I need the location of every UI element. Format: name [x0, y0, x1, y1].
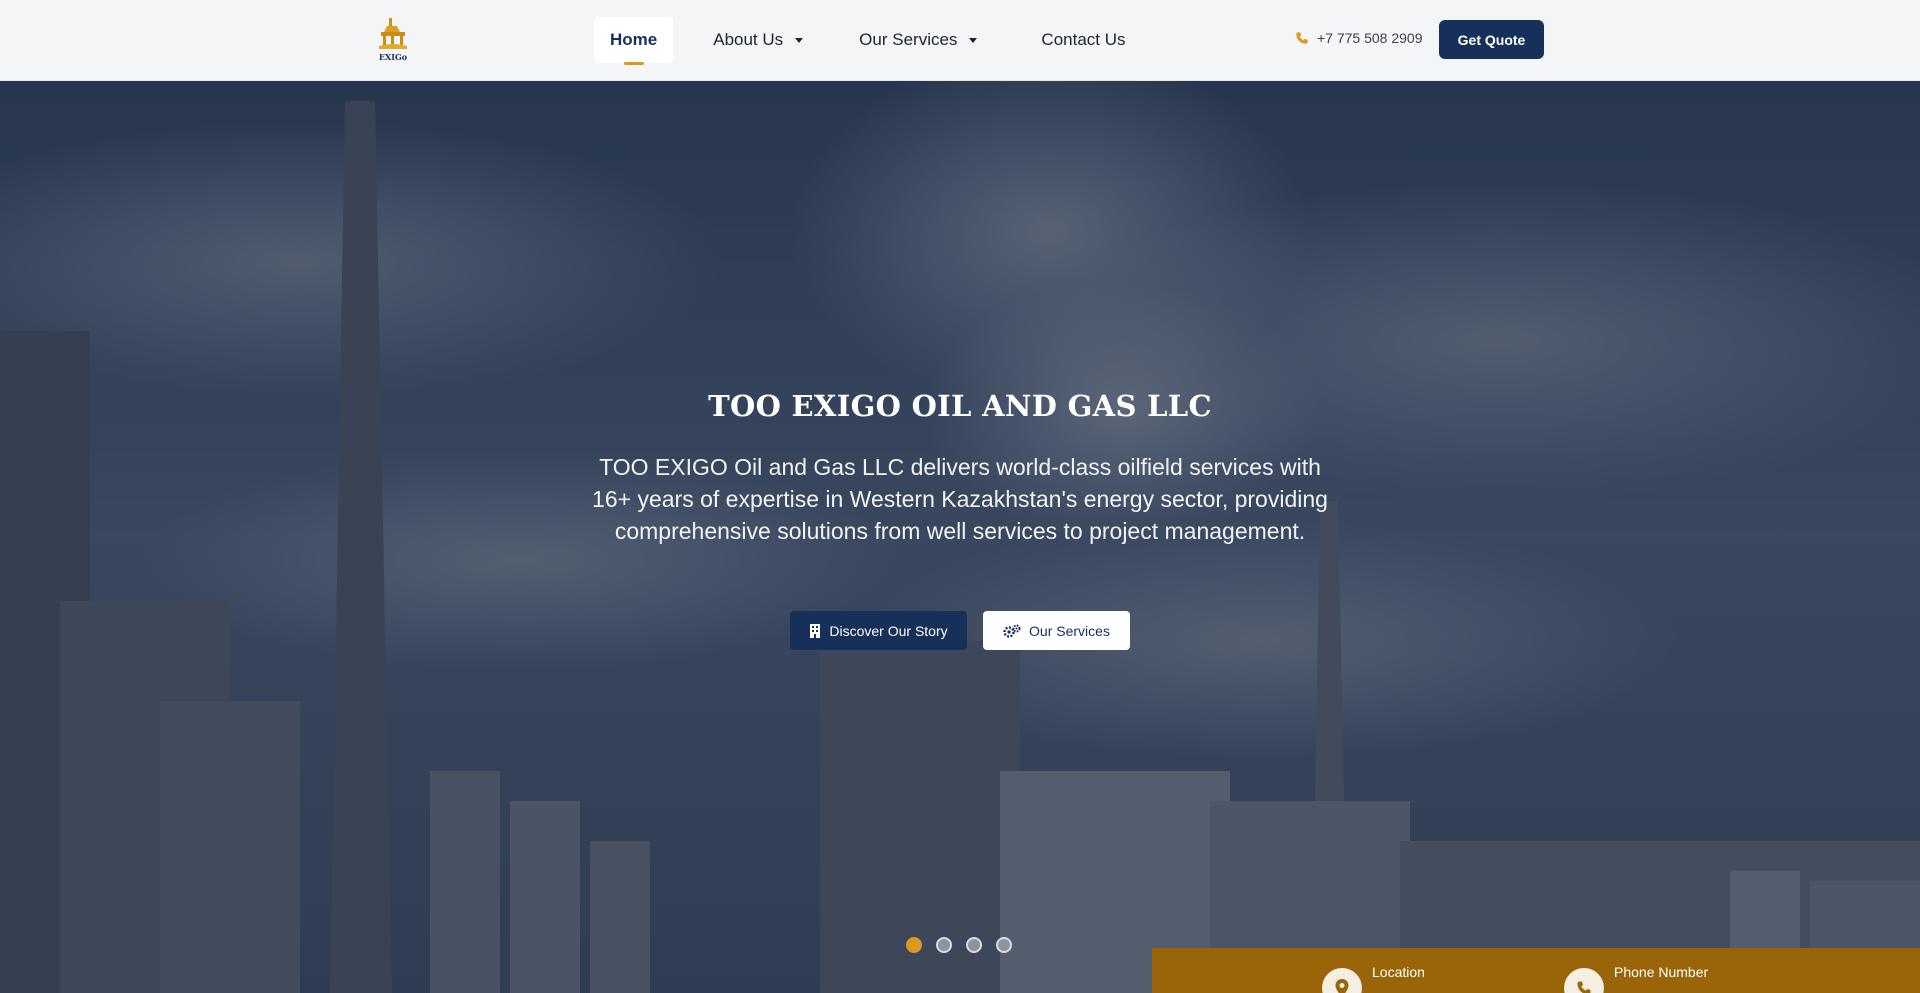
hero-actions: Discover Our Story Our Services	[790, 611, 1130, 650]
hero-slider: TOO EXIGO OIL AND GAS LLC TOO EXIGO Oil …	[0, 81, 1920, 993]
contact-info-bar: Location Phone Number	[1152, 948, 1920, 993]
discover-our-story-button[interactable]: Discover Our Story	[790, 611, 967, 650]
phone-icon	[1296, 32, 1308, 44]
header-phone-number: +7 775 508 2909	[1317, 30, 1423, 46]
info-location: Location	[1322, 964, 1425, 993]
gears-icon	[1003, 624, 1021, 638]
slider-dot-1[interactable]	[906, 937, 922, 953]
info-phone: Phone Number	[1564, 964, 1708, 993]
nav-our-services-label: Our Services	[859, 30, 958, 49]
site-header: EXIGo Home About Us Our Services Contact…	[0, 0, 1920, 81]
slider-dot-3[interactable]	[966, 937, 982, 953]
hero-description: TOO EXIGO Oil and Gas LLC delivers world…	[592, 454, 1328, 544]
discover-our-story-label: Discover Our Story	[829, 622, 948, 639]
nav-contact-us-label: Contact Us	[1041, 30, 1126, 49]
nav-about-us-label: About Us	[713, 30, 784, 49]
nav-home-label: Home	[610, 30, 658, 49]
map-pin-icon	[1322, 968, 1362, 993]
chevron-down-icon	[969, 37, 978, 43]
slider-dot-2[interactable]	[936, 937, 952, 953]
nav-home[interactable]: Home	[594, 17, 674, 63]
slider-pagination	[906, 937, 1026, 953]
building-icon	[809, 623, 821, 638]
nav-about-us[interactable]: About Us	[697, 17, 819, 63]
nav-contact-us[interactable]: Contact Us	[1025, 17, 1141, 63]
nav-our-services[interactable]: Our Services	[843, 17, 993, 63]
info-location-label: Location	[1372, 964, 1425, 980]
company-logo[interactable]: EXIGo	[375, 16, 411, 64]
header-phone[interactable]: +7 775 508 2909	[1295, 30, 1423, 46]
slider-dot-4[interactable]	[996, 937, 1012, 953]
svg-text:EXIGo: EXIGo	[379, 52, 408, 62]
our-services-label: Our Services	[1029, 622, 1110, 639]
our-services-button[interactable]: Our Services	[983, 611, 1130, 650]
info-phone-label: Phone Number	[1614, 964, 1709, 980]
chevron-down-icon	[795, 37, 804, 43]
phone-icon	[1564, 968, 1604, 993]
main-nav: Home About Us Our Services Contact Us	[594, 17, 1142, 63]
get-quote-button[interactable]: Get Quote	[1439, 20, 1544, 59]
hero-title: TOO EXIGO OIL AND GAS LLC	[708, 389, 1212, 423]
